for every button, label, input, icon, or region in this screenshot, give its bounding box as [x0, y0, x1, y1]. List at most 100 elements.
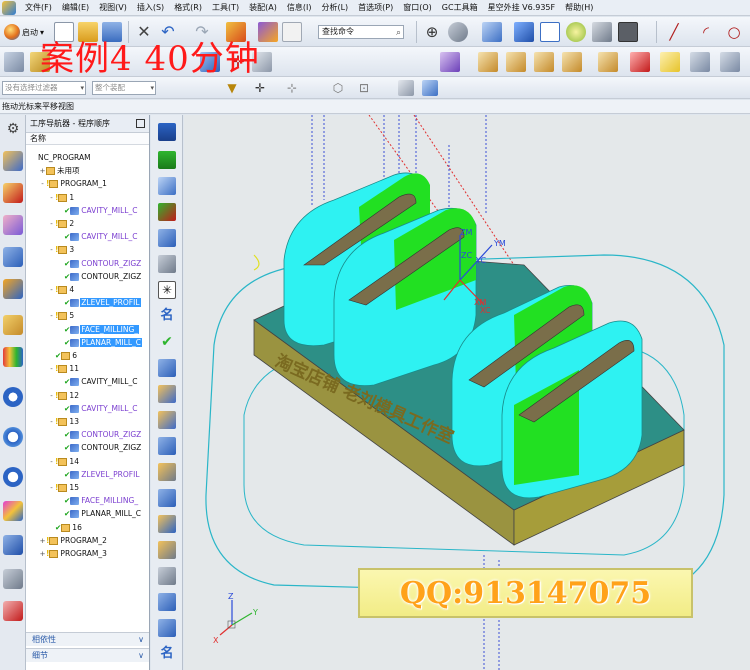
wireframe-icon[interactable]: [540, 22, 560, 42]
drill-icon[interactable]: [158, 203, 176, 221]
fixed-axis-icon[interactable]: ✳: [158, 281, 176, 299]
menu-tools[interactable]: 工具(T): [207, 0, 244, 16]
constraint-navigator-icon[interactable]: [3, 315, 23, 335]
assembly-navigator-icon[interactable]: [3, 279, 23, 299]
details-panel[interactable]: 细节 ∨: [26, 648, 149, 662]
menu-info[interactable]: 信息(I): [282, 0, 317, 16]
dependencies-panel[interactable]: 相依性 ∨: [26, 632, 149, 646]
menu-assembly[interactable]: 装配(A): [244, 0, 282, 16]
tree-row[interactable]: ✔ FACE_MILLING_: [26, 494, 149, 507]
multi-blade-icon[interactable]: [158, 515, 176, 533]
menu-window[interactable]: 窗口(O): [398, 0, 437, 16]
filter-funnel-icon[interactable]: ▼: [224, 80, 240, 96]
tree-row[interactable]: ✔ FACE_MILLING_: [26, 323, 149, 336]
collapse-icon[interactable]: -: [48, 284, 55, 296]
background-icon[interactable]: [618, 22, 638, 42]
view-cube-icon[interactable]: [482, 22, 502, 42]
view-iso-icon[interactable]: [562, 52, 582, 72]
flowcut-icon[interactable]: [158, 385, 176, 403]
tree-row[interactable]: -! PROGRAM_1: [26, 177, 149, 190]
tree-row[interactable]: ✔ CONTOUR_ZIGZ: [26, 428, 149, 441]
find-command-input[interactable]: 查找命令 ⌕: [318, 25, 404, 39]
palette-icon[interactable]: [3, 347, 23, 367]
menu-edit[interactable]: 编辑(E): [57, 0, 94, 16]
parts-list-icon[interactable]: [3, 215, 23, 235]
expand-icon[interactable]: +: [39, 165, 46, 177]
expand-icon[interactable]: +: [39, 548, 46, 560]
tree-row[interactable]: +! PROGRAM_3: [26, 547, 149, 560]
menu-view[interactable]: 视图(V): [94, 0, 132, 16]
tree-row[interactable]: ✔ PLANAR_MILL_C: [26, 336, 149, 349]
gear-icon[interactable]: ⚙: [3, 119, 23, 139]
chamfer-icon[interactable]: [158, 567, 176, 585]
display-part-icon[interactable]: [398, 80, 414, 96]
menu-file[interactable]: 文件(F): [20, 0, 57, 16]
info-icon[interactable]: [3, 387, 23, 407]
tree-row[interactable]: ✔ ZLEVEL_PROFIL: [26, 468, 149, 481]
collapse-icon[interactable]: -: [48, 192, 55, 204]
tree-row[interactable]: -! 2: [26, 217, 149, 230]
section-view-icon[interactable]: [592, 22, 612, 42]
history-icon[interactable]: [3, 427, 23, 447]
process-studio-icon[interactable]: [3, 535, 23, 555]
maximize-icon[interactable]: [136, 119, 145, 128]
menu-insert[interactable]: 插入(S): [132, 0, 169, 16]
collapse-icon[interactable]: -: [48, 390, 55, 402]
create-program-icon[interactable]: [4, 52, 24, 72]
touch-mode-icon[interactable]: [258, 22, 278, 42]
tree-row[interactable]: NC_PROGRAM: [26, 151, 149, 164]
planar-text-icon[interactable]: 名: [158, 645, 176, 663]
view-left-icon[interactable]: [660, 52, 680, 72]
variable-axis-icon[interactable]: [158, 541, 176, 559]
tree-row[interactable]: -! 11: [26, 362, 149, 375]
tree-row[interactable]: ✔ CAVITY_MILL_C: [26, 204, 149, 217]
streamline-icon[interactable]: [158, 359, 176, 377]
line-icon[interactable]: ╱: [664, 22, 684, 42]
tree-row[interactable]: -! 15: [26, 481, 149, 494]
zlevel-icon[interactable]: [158, 229, 176, 247]
tree-row[interactable]: -! 13: [26, 415, 149, 428]
machine-tool-icon[interactable]: [3, 183, 23, 203]
window-icon[interactable]: [282, 22, 302, 42]
measure-icon[interactable]: [720, 52, 740, 72]
clock-icon[interactable]: [3, 467, 23, 487]
collapse-icon[interactable]: -: [48, 244, 55, 256]
assembly-scope-dropdown[interactable]: 整个装配 ▾: [92, 81, 156, 95]
reuse-library-icon[interactable]: [3, 247, 23, 267]
tree-row[interactable]: -! 14: [26, 455, 149, 468]
arc-icon[interactable]: ◜: [696, 22, 716, 42]
expand-icon[interactable]: +: [39, 535, 46, 547]
shaded-icon[interactable]: [514, 22, 534, 42]
roles-icon[interactable]: [3, 569, 23, 589]
text-engrave-icon[interactable]: 名: [158, 307, 176, 325]
tree-row[interactable]: +! PROGRAM_2: [26, 534, 149, 547]
selection-filter-dropdown[interactable]: 没有选择过滤器 ▾: [2, 81, 86, 95]
tree-row[interactable]: ✔ 6: [26, 349, 149, 362]
collapse-icon[interactable]: -: [48, 416, 55, 428]
menu-preferences[interactable]: 首选项(P): [353, 0, 398, 16]
view-front-icon[interactable]: [506, 52, 526, 72]
tree-row[interactable]: -! 1: [26, 191, 149, 204]
visualization-icon[interactable]: [3, 501, 23, 521]
view-back-icon[interactable]: [598, 52, 618, 72]
snap-mid-icon[interactable]: ⬡: [330, 80, 346, 96]
collapse-icon[interactable]: -: [39, 178, 46, 190]
tree-row[interactable]: -! 4: [26, 283, 149, 296]
snap-end-icon[interactable]: ⊹: [284, 80, 300, 96]
view-top-icon[interactable]: [478, 52, 498, 72]
circle-icon[interactable]: ○: [724, 22, 744, 42]
tree-row[interactable]: ✔ ZLEVEL_PROFIL: [26, 296, 149, 309]
transfer-icon[interactable]: [158, 619, 176, 637]
face-mill-icon[interactable]: [158, 255, 176, 273]
tree-row[interactable]: ✔ CAVITY_MILL_C: [26, 402, 149, 415]
surface-area-icon[interactable]: [158, 489, 176, 507]
menu-help[interactable]: 帮助(H): [560, 0, 598, 16]
thread-mill-icon[interactable]: [158, 593, 176, 611]
shop-doc-icon[interactable]: [440, 52, 460, 72]
snap-grid-icon[interactable]: ⊡: [356, 80, 372, 96]
rotate-icon[interactable]: [448, 22, 468, 42]
tree-row[interactable]: -! 5: [26, 309, 149, 322]
collapse-icon[interactable]: -: [48, 363, 55, 375]
menu-format[interactable]: 格式(R): [169, 0, 207, 16]
nx-app-icon[interactable]: [2, 0, 16, 15]
